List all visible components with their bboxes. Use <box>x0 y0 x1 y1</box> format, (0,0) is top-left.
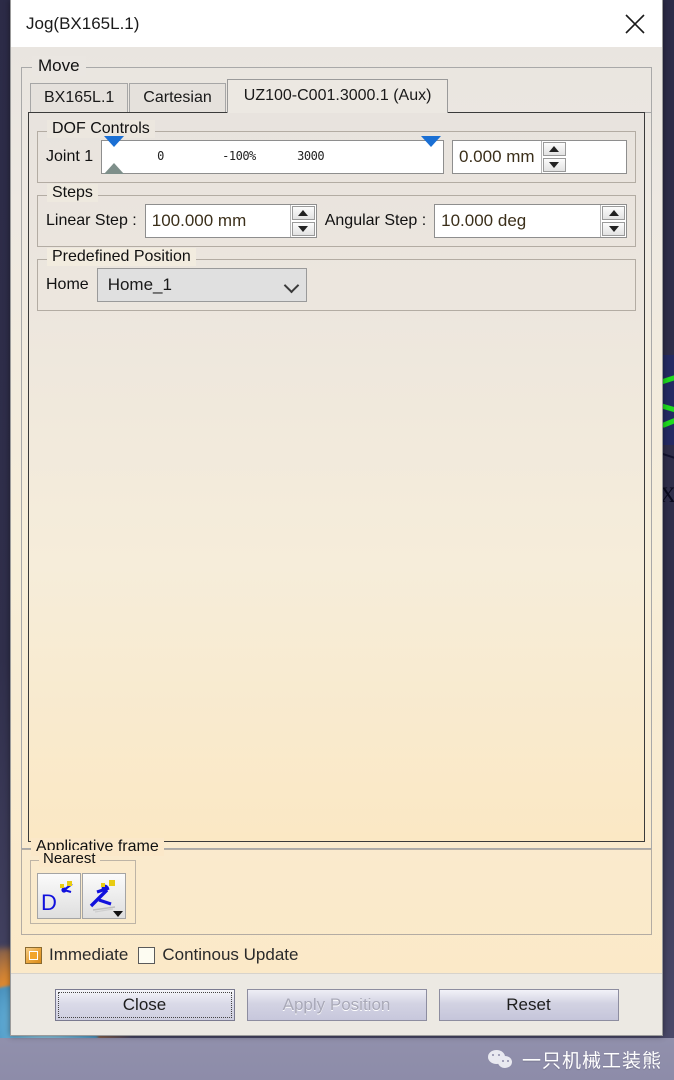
home-select[interactable]: Home_1 <box>96 268 307 302</box>
tab-panel: DOF Controls Joint 1 0 -100% 3000 0.000 … <box>28 112 645 842</box>
reset-button[interactable]: Reset <box>438 988 619 1021</box>
slider-tick-min: 0 <box>157 149 164 163</box>
apply-position-button: Apply Position <box>246 988 427 1021</box>
spin-up-icon[interactable] <box>542 142 566 156</box>
angular-step-spin-buttons <box>600 205 626 237</box>
steps-legend: Steps <box>47 184 98 202</box>
joint-spin-buttons <box>540 141 567 173</box>
nearest-group: Nearest D <box>30 850 136 924</box>
tab-uz100-aux[interactable]: UZ100-C001.3000.1 (Aux) <box>226 79 449 113</box>
home-select-value: Home_1 <box>107 275 172 294</box>
watermark-text: 一只机械工装熊 <box>521 1050 662 1072</box>
dialog-body: Move BX165L.1 Cartesian UZ100-C001.3000.… <box>11 47 662 973</box>
continous-update-label: Continous Update <box>162 945 299 964</box>
joint-label: Joint 1 <box>46 148 94 165</box>
joint-slider[interactable]: 0 -100% 3000 <box>101 136 444 174</box>
joint-row: Joint 1 0 -100% 3000 0.000 mm <box>46 136 627 174</box>
svg-text:D: D <box>41 890 57 915</box>
immediate-label: Immediate <box>49 945 129 964</box>
joint-value[interactable]: 0.000 mm <box>453 141 541 173</box>
panel-empty-space <box>37 311 636 833</box>
dialog-footer: Close Apply Position Reset <box>11 973 662 1035</box>
spin-down-icon[interactable] <box>291 222 315 236</box>
spin-down-icon[interactable] <box>542 158 566 172</box>
move-group: Move BX165L.1 Cartesian UZ100-C001.3000.… <box>21 56 652 849</box>
jog-dialog: Jog(BX165L.1) Move BX165L.1 Cartesian UZ… <box>10 0 663 1036</box>
frame-define-button[interactable]: D <box>37 873 81 919</box>
frame-pick-button[interactable] <box>82 873 126 919</box>
spin-up-icon[interactable] <box>291 206 315 220</box>
slider-tick-mid: -100% <box>222 149 256 163</box>
linear-step-spinner[interactable]: 100.000 mm <box>144 204 317 238</box>
steps-group: Steps Linear Step : 100.000 mm Angular S… <box>37 184 636 247</box>
close-icon[interactable] <box>608 0 662 47</box>
angular-step-label: Angular Step : <box>324 212 427 229</box>
nearest-legend: Nearest <box>39 850 100 867</box>
watermark: 一只机械工装熊 <box>487 1046 662 1073</box>
dof-controls-legend: DOF Controls <box>47 120 155 138</box>
checkbox-unchecked-icon[interactable] <box>138 946 156 964</box>
applicative-frame-group: Applicative frame Nearest D <box>21 838 652 935</box>
chevron-down-icon[interactable] <box>286 279 298 291</box>
wechat-icon <box>487 1049 514 1070</box>
checkbox-checked-icon[interactable] <box>25 946 42 964</box>
predefined-position-legend: Predefined Position <box>47 248 196 266</box>
continous-update-checkbox[interactable]: Continous Update <box>138 945 298 965</box>
options-row: Immediate Continous Update <box>21 935 652 973</box>
spin-up-icon[interactable] <box>602 206 625 220</box>
slider-high-marker-icon[interactable] <box>421 136 441 147</box>
angular-step-value[interactable]: 10.000 deg <box>435 205 600 237</box>
dropdown-arrow-icon[interactable] <box>113 911 123 917</box>
joint-value-spinner[interactable]: 0.000 mm <box>452 140 627 174</box>
dialog-title: Jog(BX165L.1) <box>26 13 140 33</box>
tab-bx165l1[interactable]: BX165L.1 <box>30 83 129 113</box>
tab-strip-filler <box>449 83 651 113</box>
dialog-titlebar: Jog(BX165L.1) <box>11 0 662 47</box>
linear-step-value[interactable]: 100.000 mm <box>146 205 290 237</box>
dof-controls-group: DOF Controls Joint 1 0 -100% 3000 0.000 … <box>37 120 636 183</box>
linear-step-spin-buttons <box>289 205 316 237</box>
steps-row: Linear Step : 100.000 mm Angular Step : … <box>46 204 627 238</box>
angular-step-spinner[interactable]: 10.000 deg <box>434 204 627 238</box>
axis-define-icon: D <box>41 881 73 915</box>
slider-thumb-icon[interactable] <box>104 163 125 174</box>
nearest-toolbar: D <box>37 873 129 919</box>
home-label: Home <box>46 276 89 293</box>
close-button[interactable]: Close <box>54 988 235 1021</box>
tab-cartesian[interactable]: Cartesian <box>129 83 226 113</box>
slider-low-marker-icon[interactable] <box>104 136 125 147</box>
linear-step-label: Linear Step : <box>46 212 137 229</box>
home-row: Home Home_1 <box>46 268 627 302</box>
predefined-position-group: Predefined Position Home Home_1 <box>37 248 636 311</box>
move-tabs: BX165L.1 Cartesian UZ100-C001.3000.1 (Au… <box>22 68 651 113</box>
immediate-checkbox[interactable]: Immediate <box>25 945 128 965</box>
slider-tick-max: 3000 <box>297 149 325 163</box>
spin-down-icon[interactable] <box>602 222 625 236</box>
